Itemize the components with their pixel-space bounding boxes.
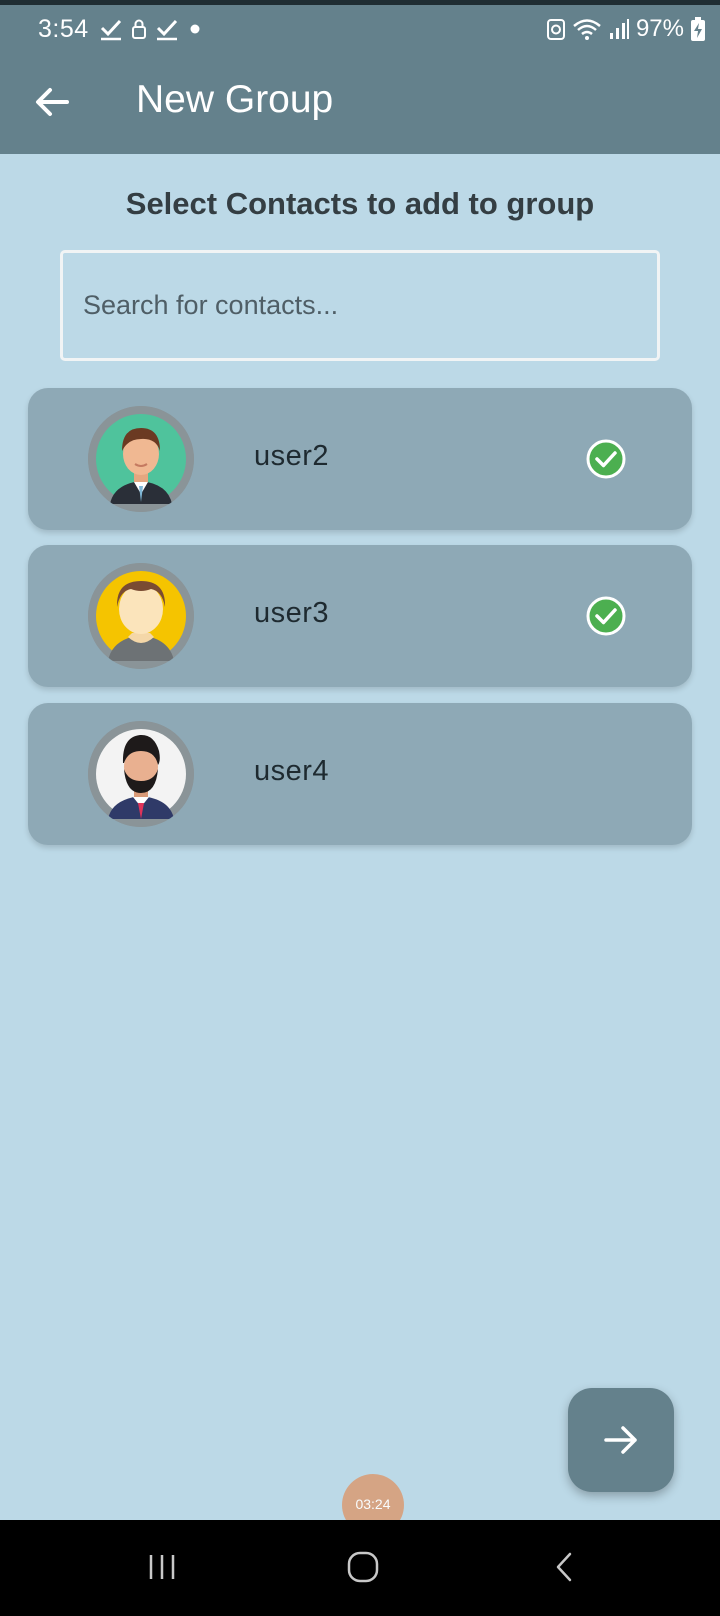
status-bar-edge bbox=[0, 0, 720, 5]
avatar bbox=[88, 563, 194, 669]
battery-charging-icon bbox=[691, 17, 705, 41]
home-button[interactable] bbox=[333, 1542, 393, 1592]
avatar bbox=[88, 406, 194, 512]
lock-icon bbox=[132, 19, 146, 39]
check-circle-icon[interactable] bbox=[586, 596, 626, 636]
contact-name: user2 bbox=[254, 440, 330, 472]
contact-name: user3 bbox=[254, 597, 330, 629]
battery-level: 97% bbox=[635, 15, 684, 42]
avatar-man-yellow bbox=[88, 563, 194, 669]
section-heading: Select Contacts to add to group bbox=[125, 186, 595, 221]
back-icon bbox=[556, 1552, 572, 1582]
avatar-man-green bbox=[88, 406, 194, 512]
system-status-icons: 97% bbox=[546, 14, 706, 44]
signal-icon bbox=[609, 19, 629, 39]
notification-icons bbox=[100, 16, 204, 42]
back-nav-button[interactable] bbox=[534, 1542, 594, 1592]
check-circle-icon[interactable] bbox=[586, 439, 626, 479]
check-icon bbox=[156, 19, 178, 41]
navigation-bar bbox=[0, 1520, 720, 1616]
recents-icon bbox=[149, 1555, 175, 1579]
contact-card-user3[interactable]: user3 bbox=[28, 545, 692, 687]
page-title: New Group bbox=[136, 78, 334, 121]
back-button[interactable] bbox=[30, 80, 74, 124]
status-time: 3:54 bbox=[38, 15, 89, 43]
app-bar: 3:54 97% New Group bbox=[0, 0, 720, 154]
arrow-right-icon bbox=[604, 1426, 637, 1454]
home-icon bbox=[347, 1551, 379, 1583]
dot-icon bbox=[190, 24, 200, 34]
arrow-left-icon bbox=[36, 88, 69, 116]
next-button[interactable] bbox=[568, 1388, 674, 1492]
status-bar: 3:54 97% bbox=[0, 12, 720, 48]
check-icon bbox=[100, 19, 122, 41]
recycle-icon bbox=[546, 19, 565, 40]
contact-card-user2[interactable]: user2 bbox=[28, 388, 692, 530]
recents-button[interactable] bbox=[132, 1542, 192, 1592]
contact-card-user4[interactable]: user4 bbox=[28, 703, 692, 845]
avatar-man-bearded bbox=[88, 721, 194, 827]
avatar bbox=[88, 721, 194, 827]
wifi-icon bbox=[573, 19, 601, 40]
search-input[interactable] bbox=[60, 250, 660, 361]
contact-name: user4 bbox=[254, 755, 330, 787]
